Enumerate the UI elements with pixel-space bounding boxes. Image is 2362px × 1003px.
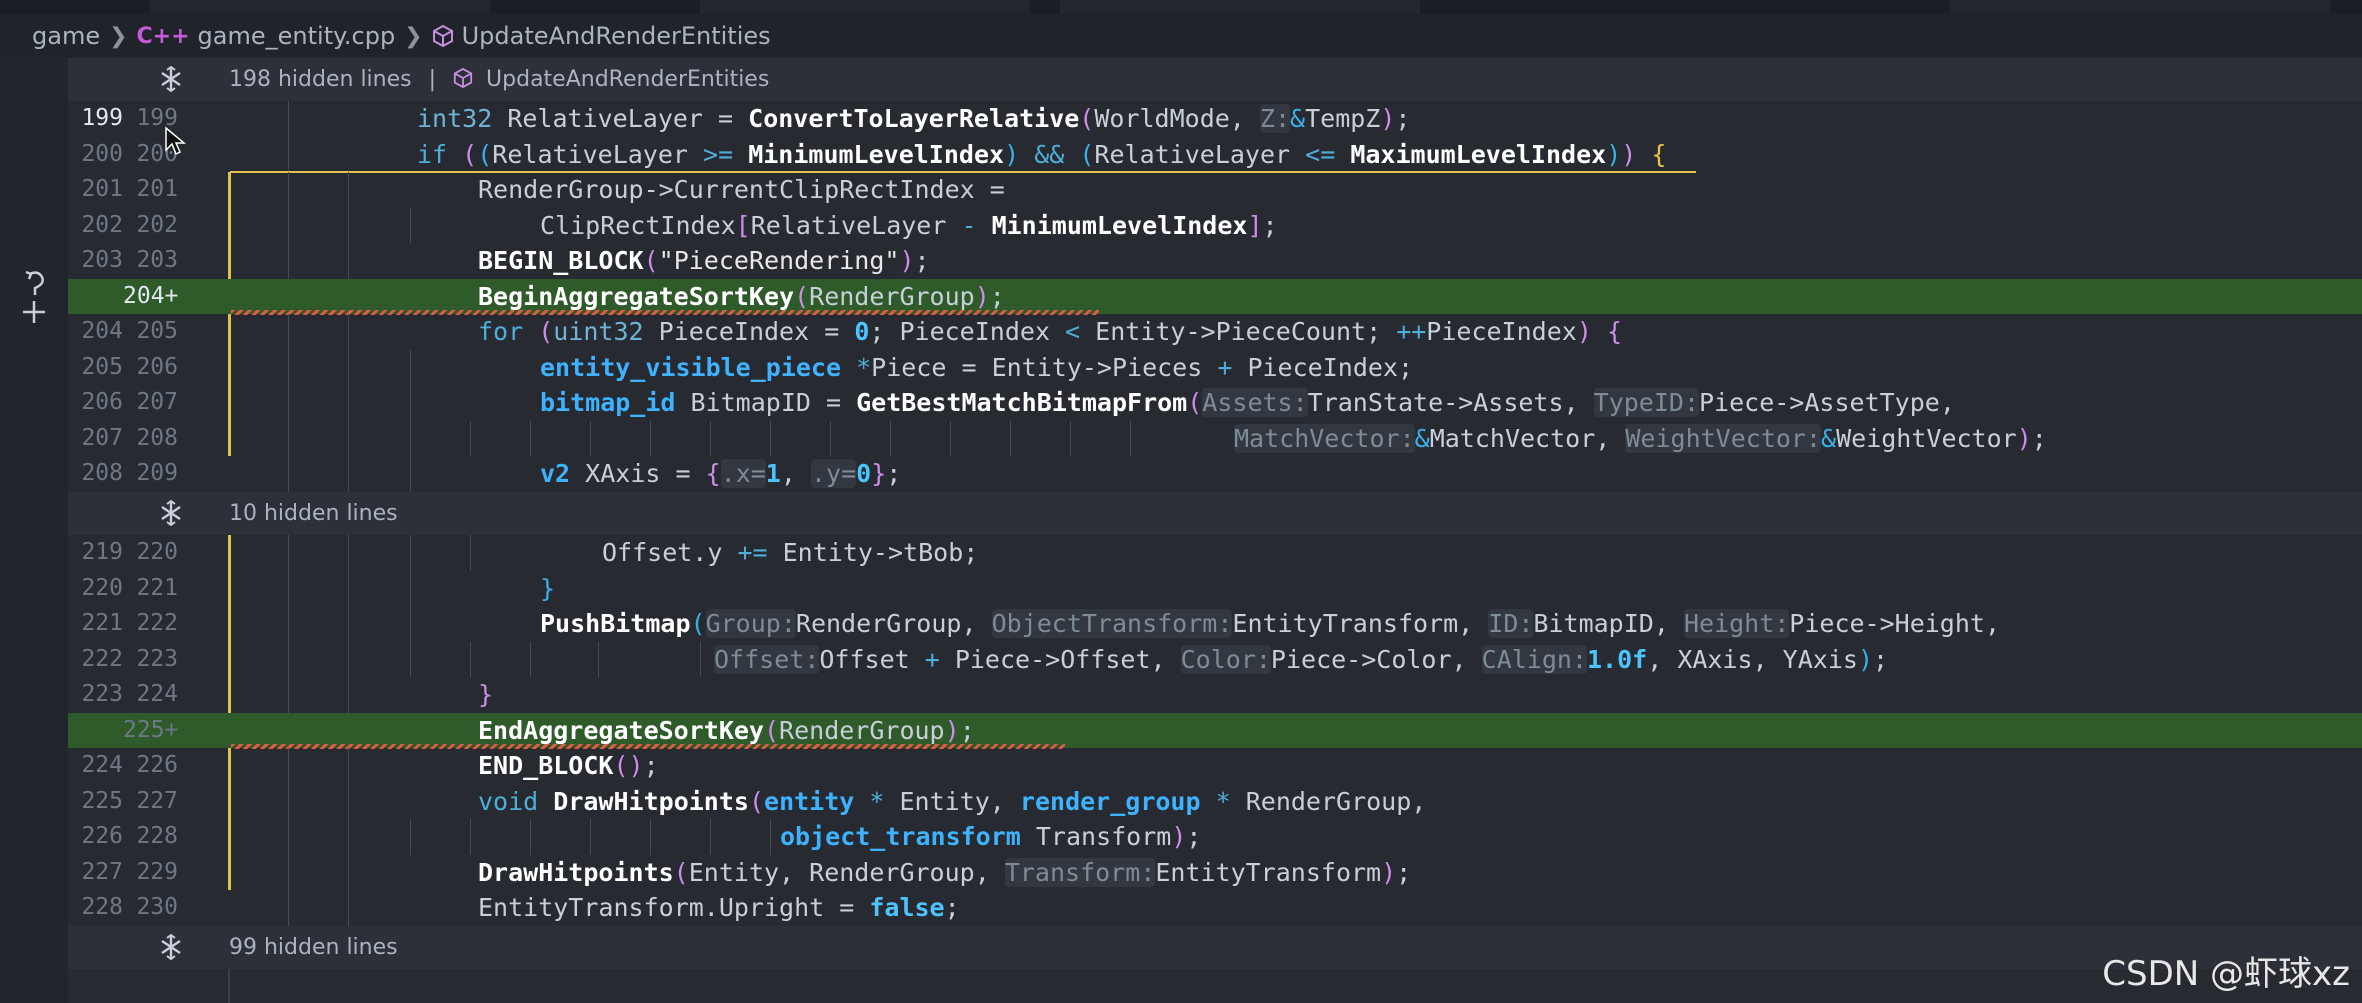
code-line[interactable]: 224 226 END_BLOCK(); (68, 748, 2362, 784)
code-line[interactable]: 204 205 for (uint32 PieceIndex = 0; Piec… (68, 314, 2362, 350)
breadcrumb-folder[interactable]: game (32, 22, 100, 50)
code-line[interactable]: 207 208 MatchVector:&MatchVector, Weight… (68, 420, 2362, 456)
revert-icon[interactable] (22, 268, 48, 296)
code-line[interactable]: 228 230 EntityTransform.Upright = false; (68, 890, 2362, 926)
code-line[interactable]: 223 224 } (68, 677, 2362, 713)
code-line[interactable]: 205 206 entity_visible_piece *Piece = En… (68, 349, 2362, 385)
breadcrumb-file[interactable]: C++ game_entity.cpp (137, 22, 396, 50)
code-line[interactable]: 206 207 bitmap_id BitmapID = GetBestMatc… (68, 385, 2362, 421)
hidden-lines-band[interactable]: 198 hidden lines | UpdateAndRenderEntiti… (68, 58, 2362, 101)
code-line[interactable]: 202 202 ClipRectIndex[RelativeLayer - Mi… (68, 207, 2362, 243)
watermark: CSDN @虾球xz (2102, 954, 2350, 994)
chevron-right-icon: ❯ (109, 23, 128, 49)
diff-editor[interactable]: 198 hidden lines | UpdateAndRenderEntiti… (68, 58, 2362, 1003)
added-line[interactable]: 225+ EndAggregateSortKey(RenderGroup); (68, 712, 2362, 749)
code-line[interactable]: 222 223 Offset:Offset + Piece->Offset, C… (68, 641, 2362, 677)
tab-placeholder[interactable] (150, 0, 490, 14)
code-line[interactable]: 225 227 void DrawHitpoints(entity * Enti… (68, 783, 2362, 819)
plus-icon[interactable] (20, 298, 48, 326)
expand-icon[interactable] (158, 500, 184, 526)
breadcrumb: game ❯ C++ game_entity.cpp ❯ UpdateAndRe… (0, 14, 2362, 58)
code-line[interactable]: 199 199 int32 RelativeLayer = ConvertToL… (68, 101, 2362, 137)
hidden-lines-band[interactable]: 10 hidden lines (68, 492, 2362, 535)
cpp-file-icon: C++ (136, 23, 190, 49)
code-line[interactable]: 221 222 PushBitmap(Group:RenderGroup, Ob… (68, 606, 2362, 642)
chevron-right-icon: ❯ (404, 23, 423, 49)
tab-placeholder[interactable] (1950, 0, 2330, 14)
code-line[interactable]: 200 200 if ((RelativeLayer >= MinimumLev… (68, 136, 2362, 173)
breadcrumb-symbol[interactable]: UpdateAndRenderEntities (432, 22, 771, 50)
code-line[interactable]: 208 209 v2 XAxis = {.x=1, .y=0}; (68, 456, 2362, 492)
cube-icon (453, 67, 473, 89)
left-gutter (0, 58, 68, 1003)
cube-icon (432, 24, 453, 48)
added-line[interactable]: 204+ BeginAggregateSortKey(RenderGroup); (68, 278, 2362, 315)
tab-placeholder[interactable] (1060, 0, 1420, 14)
code-line[interactable]: 227 229 DrawHitpoints(Entity, RenderGrou… (68, 854, 2362, 890)
tab-placeholder[interactable] (700, 0, 1030, 14)
change-marker (228, 969, 230, 1003)
expand-icon[interactable] (158, 66, 184, 92)
code-line[interactable]: 220 221 } (68, 570, 2362, 606)
title-strip (0, 0, 2362, 14)
code-line[interactable]: 203 203 BEGIN_BLOCK("PieceRendering"); (68, 243, 2362, 279)
hidden-lines-band[interactable]: 99 hidden lines (68, 926, 2362, 969)
code-line[interactable]: 201 201 RenderGroup->CurrentClipRectInde… (68, 172, 2362, 208)
expand-icon[interactable] (158, 934, 184, 960)
code-line[interactable]: 219 220 Offset.y += Entity->tBob; (68, 535, 2362, 571)
code-line[interactable]: 226 228 object_transform Transform); (68, 819, 2362, 855)
mouse-cursor-icon (165, 126, 187, 156)
